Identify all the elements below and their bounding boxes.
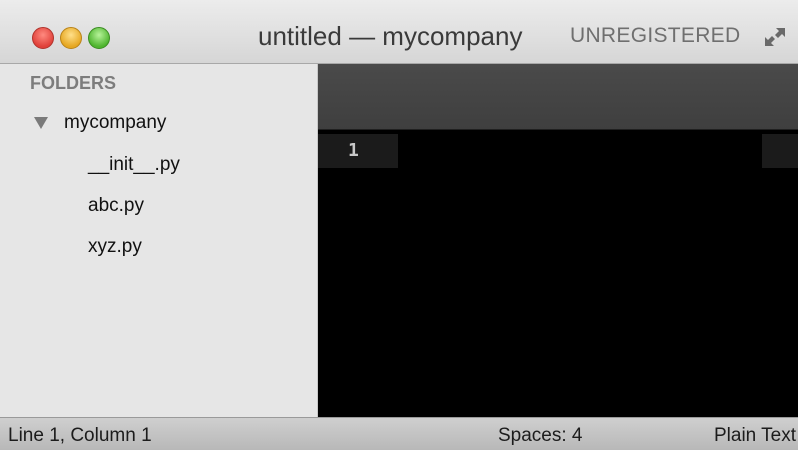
folder-item-mycompany[interactable]: mycompany <box>34 112 166 134</box>
status-bar: Line 1, Column 1 Spaces: 4 Plain Text <box>0 417 798 450</box>
tab-bar[interactable] <box>318 64 798 130</box>
folder-name: mycompany <box>64 112 167 133</box>
cursor-position: Line 1, Column 1 <box>8 425 152 446</box>
close-button-icon[interactable] <box>32 27 54 49</box>
folders-header: FOLDERS <box>30 73 117 93</box>
syntax-selector[interactable]: Plain Text <box>714 425 798 447</box>
editor-pane[interactable]: 1 <box>318 64 798 417</box>
minimize-button-icon[interactable] <box>60 27 82 49</box>
line-number: 1 <box>348 140 359 161</box>
file-item-init[interactable]: __init__.py <box>88 154 180 176</box>
indentation-selector[interactable]: Spaces: 4 <box>498 425 583 447</box>
window-title: untitled — mycompany <box>258 21 523 51</box>
file-item-abc[interactable]: abc.py <box>88 195 144 217</box>
title-bar[interactable]: untitled — mycompany UNREGISTERED <box>0 0 798 64</box>
zoom-button-icon[interactable] <box>88 27 110 49</box>
minimap[interactable] <box>762 134 798 168</box>
disclosure-triangle-icon[interactable] <box>34 117 48 129</box>
editor-window: untitled — mycompany UNREGISTERED FOLDER… <box>0 0 798 450</box>
fullscreen-icon[interactable] <box>762 25 788 49</box>
unregistered-label: UNREGISTERED <box>570 24 741 47</box>
file-item-xyz[interactable]: xyz.py <box>88 236 142 258</box>
sidebar: FOLDERS mycompany __init__.py abc.py xyz… <box>0 64 318 417</box>
